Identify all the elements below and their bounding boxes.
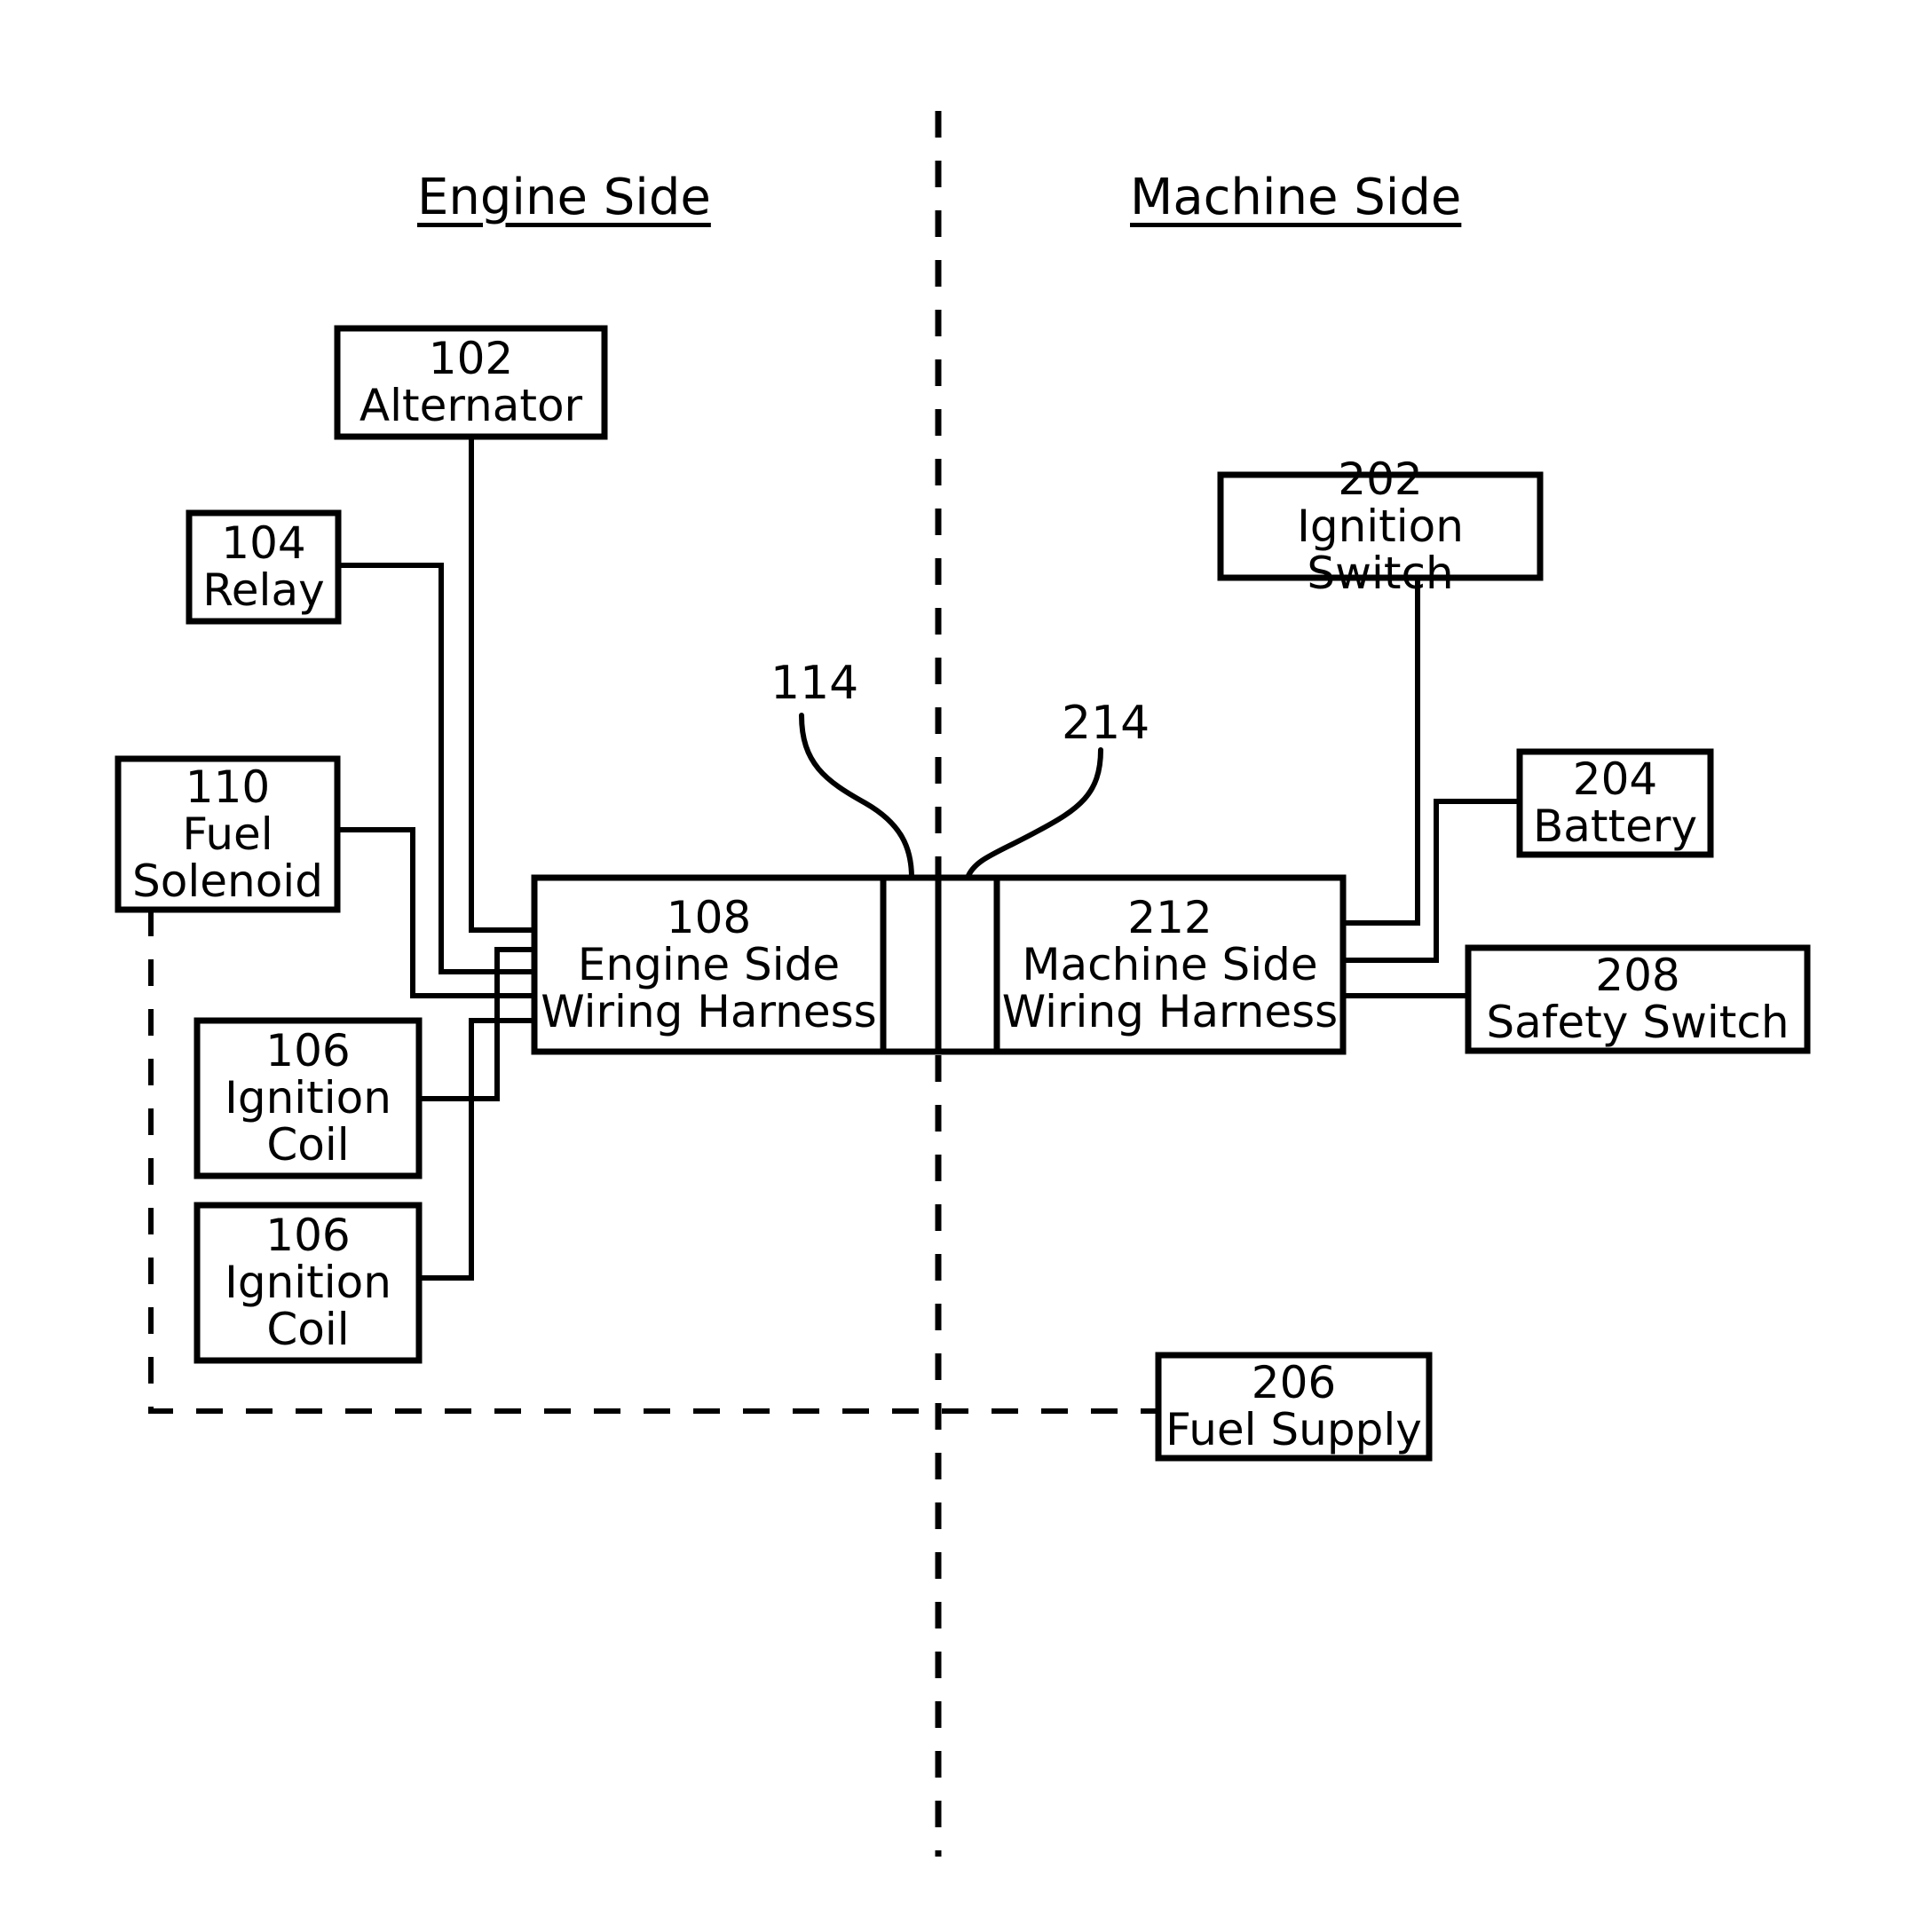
box-battery[interactable] (1516, 748, 1714, 858)
box-alternator[interactable] (334, 325, 608, 440)
box-ignition-coil-2[interactable] (194, 1202, 423, 1364)
engine-side-title: Engine Side (417, 169, 711, 226)
leader-line-114 (799, 713, 914, 880)
box-fuel-supply[interactable] (1155, 1352, 1433, 1462)
box-safety-switch[interactable] (1465, 944, 1811, 1054)
diagram-svg (115, 111, 1811, 1857)
box-ignition-switch[interactable] (1217, 471, 1544, 581)
wire-ignition-coil-2-to-harness (419, 1018, 534, 1281)
box-engine-side-wiring-harness[interactable] (531, 874, 887, 1055)
wire-relay-to-harness (338, 563, 534, 974)
box-ignition-coil-1[interactable] (194, 1017, 423, 1179)
leader-line-214 (965, 747, 1103, 880)
figure-canvas: Engine Side Machine Side 102 Alternator … (0, 0, 1920, 1932)
box-fuel-solenoid[interactable] (115, 755, 341, 913)
connector-114-segment[interactable] (880, 874, 942, 1055)
box-relay[interactable] (186, 509, 342, 625)
box-machine-side-wiring-harness[interactable] (993, 874, 1347, 1055)
wire-ignition-switch-to-harness (1343, 577, 1420, 926)
connector-214-segment[interactable] (935, 874, 1000, 1055)
wire-battery-to-harness (1343, 799, 1520, 963)
wire-alternator-to-harness (469, 437, 534, 933)
machine-side-title: Machine Side (1130, 169, 1462, 226)
ref-numeral-114: 114 (770, 657, 859, 710)
ref-numeral-214: 214 (1062, 697, 1150, 750)
